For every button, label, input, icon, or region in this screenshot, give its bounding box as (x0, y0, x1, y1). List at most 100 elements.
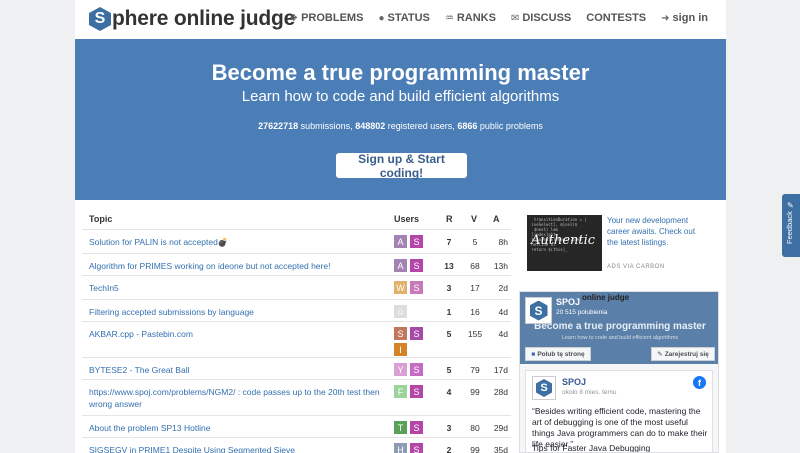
activity-age: 13h (493, 261, 508, 271)
fb-post-title[interactable]: Tips for Faster Java Debugging (532, 443, 708, 452)
view-count: 17 (470, 283, 480, 293)
activity-age: 4d (498, 307, 508, 317)
topic-link[interactable]: SIGSEGV in PRIME1 Despite Using Segmente… (89, 444, 389, 453)
ad-image[interactable]: transitionDuration = | iveSelect], m}sel… (527, 215, 602, 271)
forum-rows: Solution for PALIN is not accepted💣 A S 7 5 8… (82, 229, 511, 453)
user-avatar[interactable]: W (394, 281, 407, 294)
forum-table: Topic Users R V A Solution for PALIN is … (82, 207, 511, 453)
user-avatar[interactable]: S (410, 327, 423, 340)
trophy-icon: ♒ (444, 12, 454, 24)
user-avatar[interactable]: A (394, 235, 407, 248)
reply-count: 4 (446, 387, 452, 397)
user-avatar[interactable]: S (394, 327, 407, 340)
nav-label: CONTESTS (586, 12, 647, 24)
fb-post-author[interactable]: SPOJ (562, 377, 586, 387)
user-avatar[interactable]: S (410, 443, 423, 453)
reply-count: 2 (446, 445, 452, 453)
view-count: 5 (472, 237, 478, 247)
main-nav: ❖ PROBLEMS ● STATUS ♒ RANKS ✉ DISCUSS CONTESTS ➜ s… (289, 12, 708, 24)
fb-page-name[interactable]: SPOJ (556, 297, 580, 307)
logo-hex-icon: S (89, 7, 111, 31)
activity-age: 35d (493, 445, 508, 453)
carbon-ad[interactable]: transitionDuration = | iveSelect], m}sel… (527, 215, 707, 277)
sign-in-icon: ➜ (661, 12, 670, 24)
ad-attribution[interactable]: ADS VIA CARBON (607, 264, 665, 270)
users-count: 848802 (355, 121, 386, 131)
nav-label: STATUS (387, 12, 430, 24)
topic-link[interactable]: BYTESE2 - The Great Ball (89, 364, 389, 376)
nav-discuss[interactable]: ✉ DISCUSS (511, 12, 571, 24)
puzzle-icon: ❖ (289, 12, 299, 24)
nav-status[interactable]: ● STATUS (378, 12, 429, 24)
ad-text-link[interactable]: Your new development career awaits. Chec… (607, 215, 707, 248)
activity-age: 4d (498, 329, 508, 339)
view-count: 99 (470, 387, 480, 397)
user-avatar[interactable]: I (394, 343, 407, 356)
fb-post: S SPOJ około 8 mies. temu f “Besides wri… (525, 370, 713, 452)
user-avatar[interactable]: S (410, 421, 423, 434)
fb-signup-button[interactable]: ✎ Zarejestruj się (651, 347, 715, 361)
topic-link[interactable]: Solution for PALIN is not accepted💣 (89, 236, 389, 248)
user-avatar[interactable]: Y (394, 363, 407, 376)
fb-cover-title: online judge (582, 293, 630, 302)
problems-label: public problems (479, 121, 543, 131)
reply-count: 3 (446, 423, 452, 433)
fb-signup-label: Zarejestruj się (664, 350, 709, 358)
fb-like-page-button[interactable]: ■ Polub tę stronę (525, 347, 591, 361)
user-avatar[interactable]: F (394, 385, 407, 398)
view-count: 155 (467, 329, 483, 339)
hero-subtitle: Learn how to code and build efficient al… (241, 88, 560, 105)
page: S phere online judge ❖ PROBLEMS ● STATUS ♒ RA… (0, 0, 800, 453)
topic-link[interactable]: About the problem SP13 Hotline (89, 422, 389, 434)
user-avatar[interactable]: S (410, 281, 423, 294)
user-avatar[interactable]: S (410, 235, 423, 248)
fb-page-avatar[interactable]: S (525, 297, 552, 324)
topic-users: ☺ (394, 305, 424, 318)
nav-problems[interactable]: ❖ PROBLEMS (289, 12, 363, 24)
user-avatar[interactable]: S (410, 259, 423, 272)
nav-label: RANKS (456, 12, 496, 24)
reply-count: 5 (446, 365, 452, 375)
site-stats: 27622718 submissions, 848802 registered … (75, 121, 726, 131)
user-avatar[interactable]: H (394, 443, 407, 453)
fb-like-icon: ■ (531, 350, 536, 358)
facebook-icon: f (693, 376, 706, 389)
user-avatar[interactable]: A (394, 259, 407, 272)
topic-link[interactable]: TechIn5 (89, 282, 389, 294)
nav-sign-in[interactable]: ➜ sign in (661, 12, 708, 24)
fb-cover-headline: Become a true programming master (534, 321, 706, 332)
fb-post-avatar[interactable]: S (532, 376, 556, 400)
nav-contests[interactable]: CONTESTS (586, 12, 646, 24)
submissions-count: 27622718 (258, 121, 299, 131)
site-logo[interactable]: S phere online judge (89, 7, 295, 31)
table-row: Solution for PALIN is not accepted💣 A S 7 5 8… (82, 229, 511, 253)
activity-age: 17d (493, 365, 508, 375)
fb-post-time[interactable]: około 8 mies. temu (562, 389, 617, 396)
reply-count: 7 (446, 237, 452, 247)
topic-link[interactable]: https://www.spoj.com/problems/NGM2/ : co… (89, 386, 389, 410)
activity-age: 8h (498, 237, 508, 247)
topic-link[interactable]: AKBAR.cpp - Pastebin.com (89, 328, 389, 340)
user-avatar[interactable]: S (410, 363, 423, 376)
user-avatar[interactable]: S (410, 385, 423, 398)
view-count: 99 (470, 445, 480, 453)
table-row: Filtering accepted submissions by langua… (82, 299, 511, 321)
fb-like-count: 20 515 polubienia (556, 309, 608, 316)
topic-link[interactable]: Algorithm for PRIMES working on ideone b… (89, 260, 389, 272)
nav-ranks[interactable]: ♒ RANKS (445, 12, 496, 24)
header-views: V (471, 214, 478, 224)
topic-users: YS (394, 363, 424, 376)
fb-like-label: Polub tę stronę (537, 350, 585, 358)
users-label: registered users, (387, 121, 455, 131)
facebook-page-widget: online judge Become a true programming m… (519, 291, 719, 453)
default-user-icon[interactable]: ☺ (394, 305, 407, 318)
fb-cover-image[interactable]: online judge Become a true programming m… (520, 292, 718, 364)
signup-cta-button[interactable]: Sign up & Start coding! (336, 152, 467, 180)
reply-count: 1 (446, 307, 452, 317)
hero-title: Become a true programming master (211, 60, 590, 85)
user-avatar[interactable]: T (394, 421, 407, 434)
feedback-tab[interactable]: ✎ Feedback (782, 194, 800, 257)
topic-link[interactable]: Filtering accepted submissions by langua… (89, 306, 389, 318)
view-count: 80 (470, 423, 480, 433)
spoj-hex-icon: S (536, 379, 552, 397)
